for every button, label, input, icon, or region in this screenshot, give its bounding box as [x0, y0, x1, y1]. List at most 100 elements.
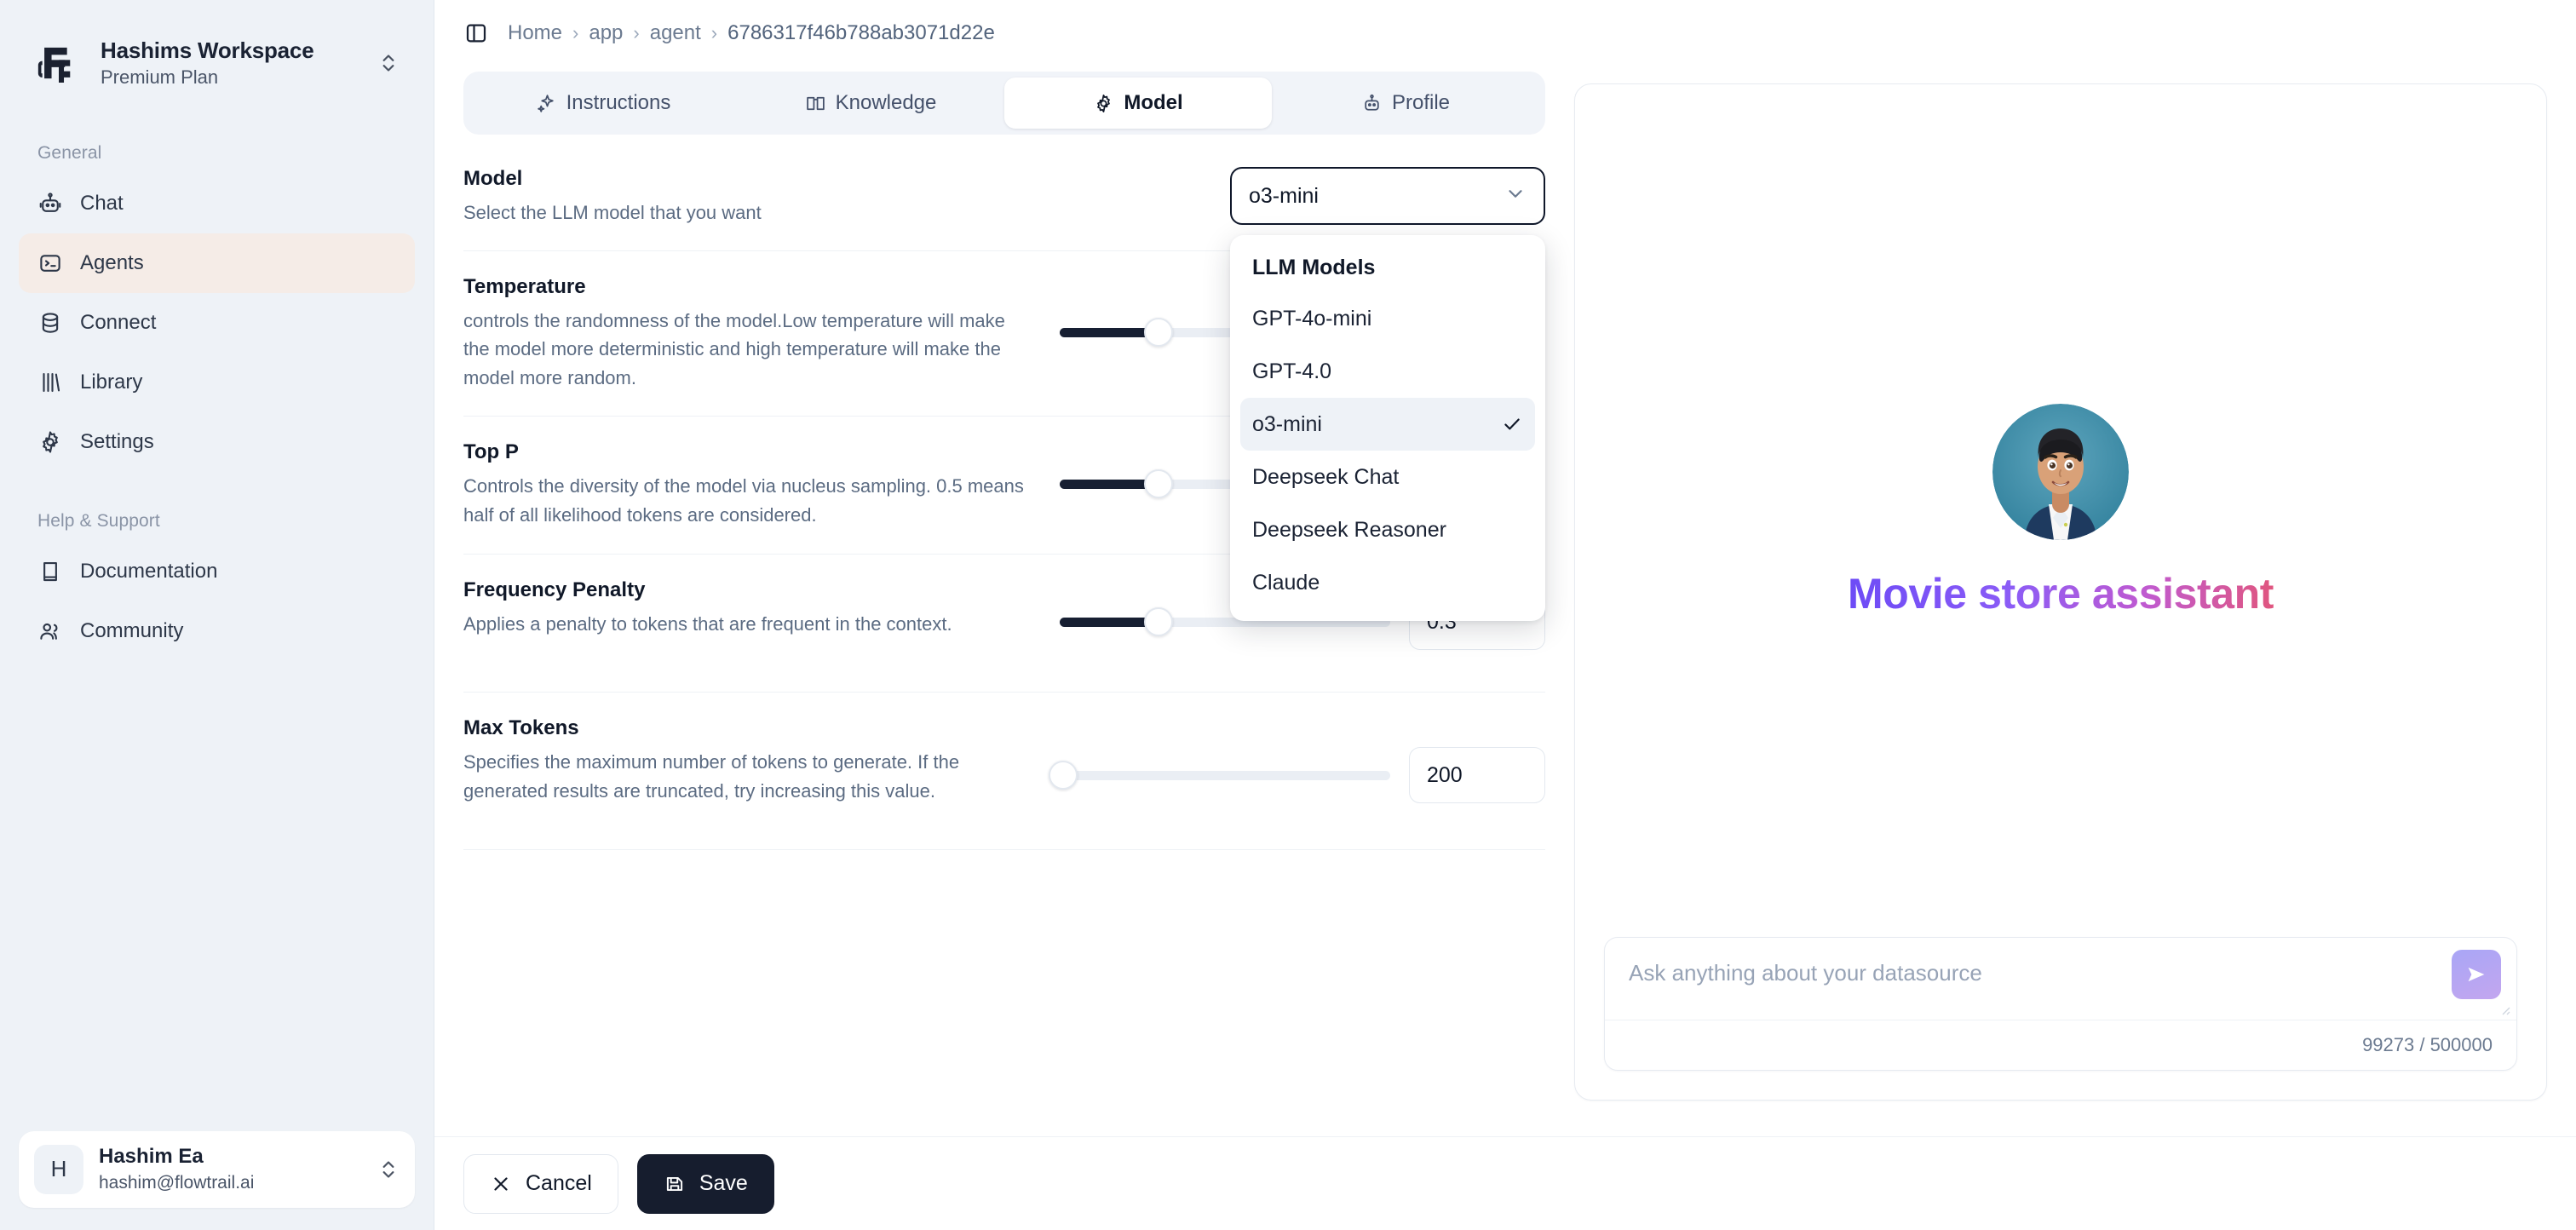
sidebar-item-label: Chat: [80, 192, 124, 216]
workspace-plan: Premium Plan: [101, 66, 219, 88]
preview-body: Movie store assistant: [1575, 84, 2546, 937]
model-select-menu: LLM Models GPT-4o-mini GPT-4.0 o3-mini D…: [1230, 235, 1545, 621]
user-email: hashim@flowtrail.ai: [99, 1172, 255, 1193]
max-tokens-slider[interactable]: [1048, 761, 1390, 790]
chat-input[interactable]: Ask anything about your datasource: [1629, 960, 1982, 986]
check-icon: [1501, 413, 1523, 435]
main-area: Home › app › agent › 6786317f46b788ab307…: [434, 0, 2576, 1230]
nav-group-label-help: Help & Support: [37, 511, 160, 532]
user-account-switcher[interactable]: H Hashim Ea hashim@flowtrail.ai: [19, 1130, 415, 1208]
menu-item-label: Claude: [1252, 570, 1320, 595]
sparkles-icon: [536, 93, 557, 114]
slider-knob[interactable]: [1144, 469, 1174, 499]
avatar: H: [34, 1144, 83, 1194]
sidebar-item-settings[interactable]: Settings: [19, 412, 415, 472]
menu-item-label: o3-mini: [1252, 411, 1322, 436]
sidebar-item-chat[interactable]: Chat: [19, 174, 415, 233]
save-label: Save: [699, 1171, 748, 1195]
model-config-column: Instructions Knowledge Model Profile Mod…: [463, 72, 1545, 1136]
chat-box: Ask anything about your datasource 99273…: [1604, 937, 2517, 1071]
breadcrumb-item-app[interactable]: app: [589, 21, 623, 45]
user-info: Hashim Ea hashim@flowtrail.ai: [99, 1145, 362, 1194]
menu-item-deepseek-chat[interactable]: Deepseek Chat: [1240, 451, 1535, 503]
menu-item-label: Deepseek Chat: [1252, 464, 1400, 489]
cancel-button[interactable]: Cancel: [463, 1153, 618, 1214]
slider-knob[interactable]: [1048, 761, 1078, 790]
setting-control-model: o3-mini LLM Models GPT-4o-mini GPT-4.0 o…: [1060, 167, 1545, 621]
menu-item-claude[interactable]: Claude: [1240, 556, 1535, 609]
tab-label: Model: [1124, 91, 1183, 114]
breadcrumb-item-agent[interactable]: agent: [650, 21, 701, 45]
chat-dock: Ask anything about your datasource 99273…: [1575, 937, 2546, 1100]
sidebar-item-label: Connect: [80, 311, 157, 335]
tab-knowledge[interactable]: Knowledge: [737, 78, 1004, 129]
breadcrumb-separator: ›: [633, 22, 640, 43]
agent-preview-panel: Movie store assistant Ask anything about…: [1574, 83, 2547, 1101]
max-tokens-value[interactable]: 200: [1409, 747, 1545, 804]
setting-label-temperature: Temperature controls the randomness of t…: [463, 275, 1060, 392]
tab-label: Instructions: [566, 91, 671, 114]
chevron-up-down-icon[interactable]: [377, 1155, 400, 1184]
send-icon[interactable]: [2452, 950, 2501, 999]
chevron-down-icon: [1504, 182, 1527, 210]
chat-counter-row: 99273 / 500000: [1605, 1020, 2516, 1070]
gear-icon: [37, 429, 63, 455]
nav-group-label-general: General: [37, 143, 102, 164]
tab-model[interactable]: Model: [1004, 78, 1272, 129]
content: Instructions Knowledge Model Profile Mod…: [434, 66, 2576, 1136]
workspace-switcher[interactable]: Hashims Workspace Premium Plan: [19, 22, 415, 105]
token-counter: 99273 / 500000: [2362, 1034, 2493, 1055]
setting-description: Controls the diversity of the model via …: [463, 475, 1024, 526]
breadcrumb: Home › app › agent › 6786317f46b788ab307…: [508, 21, 995, 45]
sidebar: Hashims Workspace Premium Plan General C…: [0, 0, 434, 1230]
sidebar-item-community[interactable]: Community: [19, 601, 415, 661]
slider-knob[interactable]: [1144, 607, 1174, 637]
panel-left-icon[interactable]: [463, 20, 489, 46]
model-select-trigger[interactable]: o3-mini: [1230, 167, 1545, 225]
setting-description: Specifies the maximum number of tokens t…: [463, 751, 960, 802]
breadcrumb-item-agent-id[interactable]: 6786317f46b788ab3071d22e: [727, 21, 995, 45]
breadcrumb-separator: ›: [572, 22, 579, 43]
flowtrail-logo-icon: [34, 38, 83, 88]
slider-knob[interactable]: [1144, 318, 1174, 348]
setting-title: Max Tokens: [463, 716, 579, 740]
menu-item-deepseek-reasoner[interactable]: Deepseek Reasoner: [1240, 503, 1535, 556]
bot-icon: [37, 191, 63, 216]
workspace-name: Hashims Workspace: [101, 37, 314, 63]
resize-grip-icon[interactable]: [2498, 1003, 2511, 1016]
save-button[interactable]: Save: [636, 1153, 774, 1214]
sidebar-item-documentation[interactable]: Documentation: [19, 542, 415, 601]
setting-title: Temperature: [463, 275, 586, 299]
sidebar-item-agents[interactable]: Agents: [19, 233, 415, 294]
sidebar-item-label: Community: [80, 619, 184, 643]
cancel-label: Cancel: [526, 1171, 592, 1195]
terminal-square-icon: [37, 250, 63, 276]
tab-instructions[interactable]: Instructions: [469, 78, 737, 129]
database-icon: [37, 310, 63, 336]
setting-title: Top P: [463, 440, 519, 464]
setting-title: Model: [463, 167, 523, 190]
menu-item-o3-mini[interactable]: o3-mini: [1240, 398, 1535, 451]
tab-label: Knowledge: [835, 91, 937, 114]
sidebar-item-connect[interactable]: Connect: [19, 293, 415, 353]
breadcrumb-item-home[interactable]: Home: [508, 21, 562, 45]
menu-item-gpt-4o-mini[interactable]: GPT-4o-mini: [1240, 292, 1535, 345]
setting-description: Select the LLM model that you want: [463, 201, 762, 223]
close-icon: [490, 1173, 512, 1195]
chat-input-row[interactable]: Ask anything about your datasource: [1605, 938, 2516, 1020]
sidebar-item-library[interactable]: Library: [19, 353, 415, 412]
chevron-up-down-icon[interactable]: [377, 49, 400, 78]
tab-profile[interactable]: Profile: [1272, 78, 1539, 129]
sidebar-item-label: Settings: [80, 430, 154, 454]
topbar: Home › app › agent › 6786317f46b788ab307…: [434, 0, 2576, 66]
setting-label-frequency-penalty: Frequency Penalty Applies a penalty to t…: [463, 578, 1060, 638]
tab-label: Profile: [1391, 91, 1451, 114]
menu-item-label: GPT-4o-mini: [1252, 306, 1372, 330]
setting-control-max-tokens: 200: [1048, 716, 1545, 804]
menu-title: LLM Models: [1252, 256, 1376, 279]
agent-avatar-image: [1992, 403, 2129, 540]
agent-tabs: Instructions Knowledge Model Profile: [463, 72, 1545, 135]
users-icon: [37, 618, 63, 644]
menu-item-gpt-4-0[interactable]: GPT-4.0: [1240, 345, 1535, 398]
